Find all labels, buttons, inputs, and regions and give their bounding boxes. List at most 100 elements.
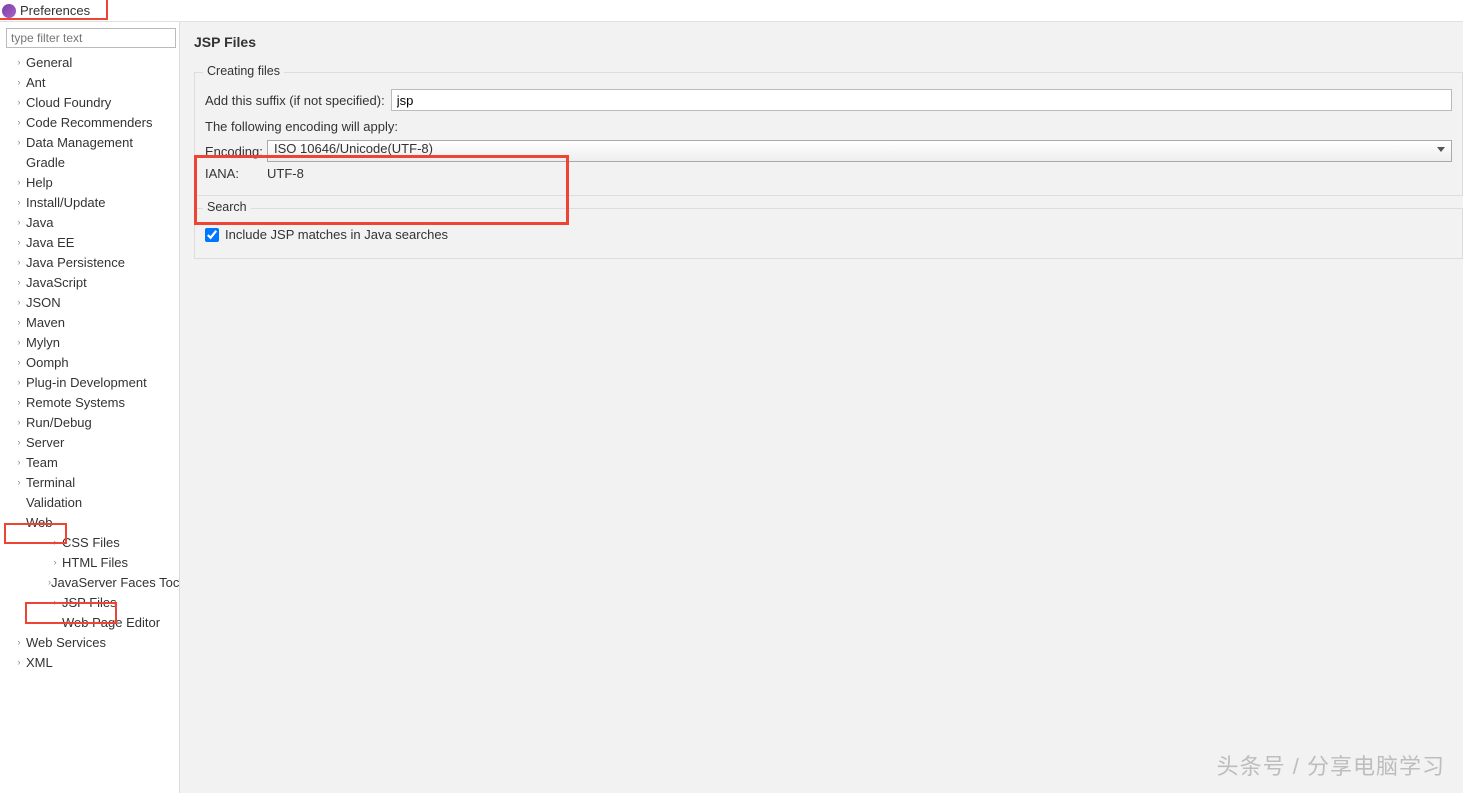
tree-item[interactable]: ›Cloud Foundry xyxy=(3,92,179,112)
tree-item[interactable]: ›General xyxy=(3,52,179,72)
tree-item[interactable]: ›JavaScript xyxy=(3,272,179,292)
tree-item-label: Validation xyxy=(26,495,82,510)
tree-item-label: Oomph xyxy=(26,355,69,370)
chevron-right-icon[interactable]: › xyxy=(12,375,26,389)
tree-item-label: HTML Files xyxy=(62,555,128,570)
tree-item-label: Help xyxy=(26,175,53,190)
tree-item-label: Terminal xyxy=(26,475,75,490)
chevron-right-icon[interactable]: › xyxy=(12,55,26,69)
filter-text-input[interactable] xyxy=(6,28,176,48)
tree-item[interactable]: ›Oomph xyxy=(3,352,179,372)
tree-item[interactable]: ›Web Services xyxy=(3,632,179,652)
tree-item-label: Web Services xyxy=(26,635,106,650)
app-icon xyxy=(2,4,16,18)
suffix-input[interactable] xyxy=(391,89,1452,111)
tree-item[interactable]: ›Plug-in Development xyxy=(3,372,179,392)
tree-item-label: JSON xyxy=(26,295,61,310)
encoding-dropdown[interactable]: ISO 10646/Unicode(UTF-8) xyxy=(267,140,1452,162)
tree-item[interactable]: ›Maven xyxy=(3,312,179,332)
tree-item[interactable]: ›Java Persistence xyxy=(3,252,179,272)
tree-item-label: Web xyxy=(26,515,53,530)
chevron-right-icon[interactable]: › xyxy=(12,135,26,149)
tree-item[interactable]: ›Java xyxy=(3,212,179,232)
chevron-right-icon[interactable]: › xyxy=(12,215,26,229)
tree-item-label: Code Recommenders xyxy=(26,115,152,130)
tree-item-label: Ant xyxy=(26,75,46,90)
preferences-tree-sidebar: ›General›Ant›Cloud Foundry›Code Recommen… xyxy=(0,22,180,793)
tree-item[interactable]: ›CSS Files xyxy=(21,532,179,552)
tree-item[interactable]: Validation xyxy=(3,492,179,512)
tree-item[interactable]: Web Page Editor xyxy=(21,612,179,632)
tree-item-label: JSP Files xyxy=(62,595,117,610)
tree-item[interactable]: ›Remote Systems xyxy=(3,392,179,412)
chevron-right-icon[interactable]: › xyxy=(12,195,26,209)
chevron-right-icon[interactable]: › xyxy=(12,455,26,469)
tree-item[interactable]: ›Server xyxy=(3,432,179,452)
page-title: JSP Files xyxy=(180,34,1463,64)
tree-item[interactable]: Gradle xyxy=(3,152,179,172)
tree-item[interactable]: ›Terminal xyxy=(3,472,179,492)
chevron-right-icon[interactable]: › xyxy=(12,415,26,429)
title-bar: Preferences xyxy=(0,0,1463,22)
chevron-right-icon[interactable]: › xyxy=(12,355,26,369)
chevron-right-icon[interactable]: › xyxy=(12,435,26,449)
search-legend: Search xyxy=(203,200,251,214)
tree-item[interactable]: ›Help xyxy=(3,172,179,192)
tree-item-label: Java Persistence xyxy=(26,255,125,270)
chevron-right-icon[interactable]: › xyxy=(12,655,26,669)
include-jsp-matches-checkbox[interactable] xyxy=(205,228,219,242)
tree-item-label: Install/Update xyxy=(26,195,106,210)
chevron-down-icon[interactable]: ⌄ xyxy=(12,515,26,529)
chevron-right-icon[interactable]: › xyxy=(12,315,26,329)
tree-item-label: Maven xyxy=(26,315,65,330)
search-group: Search Include JSP matches in Java searc… xyxy=(194,208,1463,259)
tree-item[interactable]: ›HTML Files xyxy=(21,552,179,572)
tree-item[interactable]: ⌄Web xyxy=(3,512,179,532)
chevron-right-icon[interactable]: › xyxy=(12,95,26,109)
tree-item[interactable]: ›Ant xyxy=(3,72,179,92)
tree-item-label: Data Management xyxy=(26,135,133,150)
chevron-right-icon[interactable]: › xyxy=(48,535,62,549)
tree-item-label: Mylyn xyxy=(26,335,60,350)
tree-item-label: Plug-in Development xyxy=(26,375,147,390)
tree-item[interactable]: ›Run/Debug xyxy=(3,412,179,432)
chevron-right-icon[interactable]: › xyxy=(12,395,26,409)
tree-item[interactable]: ›XML xyxy=(3,652,179,672)
tree-item-label: Gradle xyxy=(26,155,65,170)
tree-item[interactable]: ›Code Recommenders xyxy=(3,112,179,132)
tree-item[interactable]: ›JSON xyxy=(3,292,179,312)
creating-files-legend: Creating files xyxy=(203,64,284,78)
chevron-down-icon xyxy=(1437,147,1445,152)
chevron-right-icon[interactable]: › xyxy=(12,75,26,89)
tree-item[interactable]: ›Data Management xyxy=(3,132,179,152)
tree-item[interactable]: ›JavaServer Faces Toc xyxy=(21,572,179,592)
tree-item[interactable]: ›JSP Files xyxy=(21,592,179,612)
include-jsp-matches-label[interactable]: Include JSP matches in Java searches xyxy=(225,227,448,242)
chevron-right-icon[interactable]: › xyxy=(48,595,62,609)
chevron-right-icon[interactable]: › xyxy=(12,475,26,489)
chevron-right-icon[interactable]: › xyxy=(12,295,26,309)
tree-item-label: Run/Debug xyxy=(26,415,92,430)
window-title: Preferences xyxy=(20,3,90,18)
tree-item-label: Remote Systems xyxy=(26,395,125,410)
tree-item[interactable]: ›Team xyxy=(3,452,179,472)
chevron-right-icon[interactable]: › xyxy=(48,555,62,569)
tree-item[interactable]: ›Java EE xyxy=(3,232,179,252)
tree-item-label: Web Page Editor xyxy=(62,615,160,630)
encoding-selected-value: ISO 10646/Unicode(UTF-8) xyxy=(274,141,433,156)
tree-item-label: Cloud Foundry xyxy=(26,95,111,110)
chevron-right-icon[interactable]: › xyxy=(12,335,26,349)
tree-item[interactable]: ›Install/Update xyxy=(3,192,179,212)
tree-item-label: CSS Files xyxy=(62,535,120,550)
chevron-right-icon[interactable]: › xyxy=(12,635,26,649)
preferences-tree[interactable]: ›General›Ant›Cloud Foundry›Code Recommen… xyxy=(3,52,179,672)
tree-item-label: XML xyxy=(26,655,53,670)
chevron-right-icon[interactable]: › xyxy=(12,175,26,189)
chevron-right-icon[interactable]: › xyxy=(12,255,26,269)
tree-item[interactable]: ›Mylyn xyxy=(3,332,179,352)
iana-label: IANA: xyxy=(205,166,267,181)
tree-item-label: JavaScript xyxy=(26,275,87,290)
chevron-right-icon[interactable]: › xyxy=(12,115,26,129)
chevron-right-icon[interactable]: › xyxy=(12,275,26,289)
chevron-right-icon[interactable]: › xyxy=(12,235,26,249)
